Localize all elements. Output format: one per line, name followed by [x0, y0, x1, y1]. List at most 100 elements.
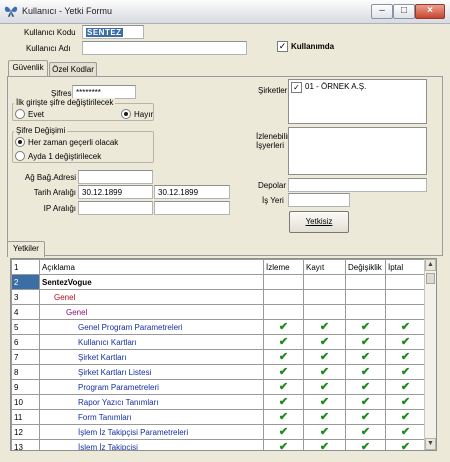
- companies-list[interactable]: ✓ 01 - ÖRNEK A.Ş.: [288, 79, 427, 124]
- cell-izleme[interactable]: ✔: [263, 424, 304, 440]
- cell-izleme[interactable]: ✔: [263, 439, 304, 450]
- password-change-monthly-radio[interactable]: [15, 151, 25, 161]
- cell-izleme[interactable]: ✔: [263, 334, 304, 350]
- cell-kayit[interactable]: ✔: [303, 364, 346, 380]
- green-check-icon[interactable]: ✔: [319, 411, 330, 423]
- ip-to-input[interactable]: [154, 201, 230, 215]
- cell-degisiklik[interactable]: ✔: [345, 439, 386, 450]
- green-check-icon[interactable]: ✔: [400, 426, 411, 438]
- row-description[interactable]: Genel: [39, 289, 264, 305]
- green-check-icon[interactable]: ✔: [400, 336, 411, 348]
- green-check-icon[interactable]: ✔: [400, 381, 411, 393]
- cell-kayit[interactable]: ✔: [303, 379, 346, 395]
- workplace-input[interactable]: [288, 193, 350, 207]
- cell-izleme[interactable]: ✔: [263, 379, 304, 395]
- green-check-icon[interactable]: ✔: [360, 351, 371, 363]
- table-row[interactable]: 13 İşlem İz Takipçisi ✔ ✔ ✔ ✔: [11, 439, 426, 450]
- table-row[interactable]: 5 Genel Program Parametreleri ✔ ✔ ✔ ✔: [11, 319, 426, 335]
- permissions-grid[interactable]: 1 Açıklama İzleme Kayıt Değişiklik İptal…: [10, 258, 437, 451]
- green-check-icon[interactable]: ✔: [278, 336, 289, 348]
- row-description[interactable]: Form Tanımları: [39, 409, 264, 425]
- cell-degisiklik[interactable]: ✔: [345, 364, 386, 380]
- cell-degisiklik[interactable]: ✔: [345, 394, 386, 410]
- green-check-icon[interactable]: ✔: [278, 381, 289, 393]
- tab-guvenlik[interactable]: Güvenlik: [8, 60, 48, 77]
- network-address-input[interactable]: [78, 170, 153, 184]
- cell-iptal[interactable]: ✔: [385, 349, 426, 365]
- close-button[interactable]: ×: [415, 4, 445, 19]
- row-description[interactable]: Şirket Kartları Listesi: [39, 364, 264, 380]
- tab-yetkiler[interactable]: Yetkiler: [7, 241, 45, 257]
- table-row[interactable]: 9 Program Parametreleri ✔ ✔ ✔ ✔: [11, 379, 426, 395]
- green-check-icon[interactable]: ✔: [278, 351, 289, 363]
- cell-degisiklik[interactable]: ✔: [345, 349, 386, 365]
- cell-degisiklik[interactable]: ✔: [345, 409, 386, 425]
- table-row[interactable]: 12 İşlem İz Takipçisi Parametreleri ✔ ✔ ✔ ✔: [11, 424, 426, 440]
- green-check-icon[interactable]: ✔: [319, 321, 330, 333]
- green-check-icon[interactable]: ✔: [400, 411, 411, 423]
- date-to-input[interactable]: 30.12.1899: [154, 185, 230, 199]
- row-description[interactable]: Şirket Kartları: [39, 349, 264, 365]
- green-check-icon[interactable]: ✔: [360, 366, 371, 378]
- password-input[interactable]: ********: [72, 85, 136, 99]
- table-row[interactable]: 6 Kullanıcı Kartları ✔ ✔ ✔ ✔: [11, 334, 426, 350]
- cell-iptal[interactable]: ✔: [385, 334, 426, 350]
- green-check-icon[interactable]: ✔: [360, 396, 371, 408]
- ip-from-input[interactable]: [78, 201, 153, 215]
- green-check-icon[interactable]: ✔: [319, 351, 330, 363]
- green-check-icon[interactable]: ✔: [319, 381, 330, 393]
- row-description[interactable]: İşlem İz Takipçisi Parametreleri: [39, 424, 264, 440]
- cell-kayit[interactable]: ✔: [303, 349, 346, 365]
- scroll-thumb[interactable]: [426, 273, 435, 284]
- green-check-icon[interactable]: ✔: [360, 441, 371, 450]
- cell-degisiklik[interactable]: ✔: [345, 379, 386, 395]
- green-check-icon[interactable]: ✔: [400, 396, 411, 408]
- first-login-evet-radio[interactable]: [15, 109, 25, 119]
- green-check-icon[interactable]: ✔: [400, 321, 411, 333]
- green-check-icon[interactable]: ✔: [278, 321, 289, 333]
- date-from-input[interactable]: 30.12.1899: [78, 185, 153, 199]
- column-header-degisiklik[interactable]: Değişiklik: [345, 259, 386, 275]
- green-check-icon[interactable]: ✔: [400, 366, 411, 378]
- green-check-icon[interactable]: ✔: [400, 441, 411, 450]
- cell-degisiklik[interactable]: ✔: [345, 319, 386, 335]
- cell-izleme[interactable]: ✔: [263, 364, 304, 380]
- cell-kayit[interactable]: ✔: [303, 334, 346, 350]
- cell-izleme[interactable]: ✔: [263, 409, 304, 425]
- green-check-icon[interactable]: ✔: [278, 426, 289, 438]
- green-check-icon[interactable]: ✔: [319, 426, 330, 438]
- table-row[interactable]: 3 Genel: [11, 289, 426, 305]
- cell-iptal[interactable]: ✔: [385, 409, 426, 425]
- cell-kayit[interactable]: ✔: [303, 424, 346, 440]
- row-description[interactable]: Genel: [39, 304, 264, 320]
- in-use-checkbox[interactable]: ✓: [277, 41, 288, 52]
- cell-izleme[interactable]: ✔: [263, 349, 304, 365]
- table-row[interactable]: 10 Rapor Yazıcı Tanımları ✔ ✔ ✔ ✔: [11, 394, 426, 410]
- cell-degisiklik[interactable]: ✔: [345, 334, 386, 350]
- green-check-icon[interactable]: ✔: [360, 321, 371, 333]
- first-login-hayir-radio[interactable]: [121, 109, 131, 119]
- green-check-icon[interactable]: ✔: [278, 396, 289, 408]
- maximize-button[interactable]: □: [393, 4, 415, 19]
- company-checkbox[interactable]: ✓: [291, 82, 302, 93]
- unauthorized-button[interactable]: Yetkisiz: [289, 211, 349, 233]
- cell-iptal[interactable]: ✔: [385, 394, 426, 410]
- cell-kayit[interactable]: ✔: [303, 394, 346, 410]
- row-description[interactable]: Rapor Yazıcı Tanımları: [39, 394, 264, 410]
- allowed-workplaces-list[interactable]: [288, 127, 427, 175]
- table-row[interactable]: 11 Form Tanımları ✔ ✔ ✔ ✔: [11, 409, 426, 425]
- table-row[interactable]: 8 Şirket Kartları Listesi ✔ ✔ ✔ ✔: [11, 364, 426, 380]
- column-header-kayit[interactable]: Kayıt: [303, 259, 346, 275]
- table-row[interactable]: 7 Şirket Kartları ✔ ✔ ✔ ✔: [11, 349, 426, 365]
- green-check-icon[interactable]: ✔: [400, 351, 411, 363]
- green-check-icon[interactable]: ✔: [360, 426, 371, 438]
- row-description[interactable]: İşlem İz Takipçisi: [39, 439, 264, 450]
- warehouses-input[interactable]: [288, 178, 427, 192]
- cell-iptal[interactable]: ✔: [385, 379, 426, 395]
- cell-iptal[interactable]: ✔: [385, 319, 426, 335]
- cell-kayit[interactable]: ✔: [303, 409, 346, 425]
- green-check-icon[interactable]: ✔: [278, 411, 289, 423]
- green-check-icon[interactable]: ✔: [360, 336, 371, 348]
- row-description[interactable]: Genel Program Parametreleri: [39, 319, 264, 335]
- grid-vertical-scrollbar[interactable]: ▲ ▼: [424, 259, 436, 450]
